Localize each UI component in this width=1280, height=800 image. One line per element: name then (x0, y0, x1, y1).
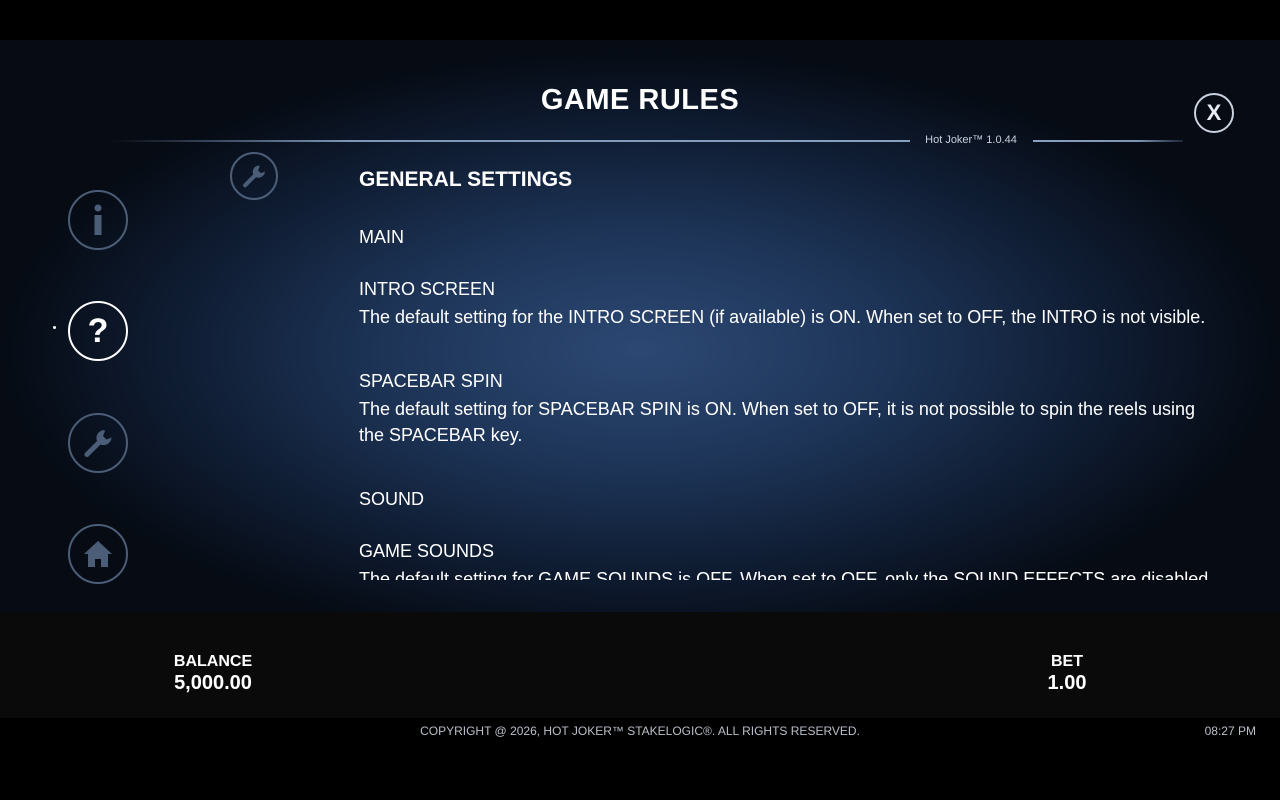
wrench-icon (82, 427, 114, 459)
bet-label: BET (1051, 653, 1083, 670)
balance-label: BALANCE (173, 653, 253, 670)
copyright-text: COPYRIGHT @ 2026, HOT JOKER™ STAKELOGIC®… (420, 724, 860, 738)
balance-display: BALANCE 5,000.00 (113, 652, 313, 694)
section-wrench-icon (230, 152, 278, 200)
question-icon: ? (87, 312, 109, 350)
balance-value: 5,000.00 (174, 672, 252, 694)
title-divider-right (1033, 140, 1183, 142)
rules-panel: GAME RULES X Hot Joker™ 1.0.44 ? GENERAL… (0, 40, 1280, 612)
nav-indicator-dot (53, 326, 56, 329)
section-title: GENERAL SETTINGS (359, 168, 573, 191)
close-icon: X (1206, 100, 1222, 125)
rules-content[interactable]: GENERAL SETTINGS MAIN INTRO SCREEN The d… (359, 160, 1219, 580)
version-label: Hot Joker™ 1.0.44 (925, 134, 1017, 146)
status-bar: BALANCE 5,000.00 BET 1.00 (0, 612, 1280, 718)
clock-time: 08:27 PM (1204, 724, 1256, 738)
nav-home-button[interactable] (68, 524, 128, 584)
spacebar-spin-heading: SPACEBAR SPIN (359, 371, 503, 391)
game-rules-screen: GAME RULES X Hot Joker™ 1.0.44 ? GENERAL… (0, 0, 1280, 800)
nav-info-button[interactable] (68, 190, 128, 250)
spacebar-spin-text: The default setting for SPACEBAR SPIN is… (359, 399, 1196, 445)
main-heading: MAIN (359, 227, 404, 247)
nav-help-button[interactable]: ? (68, 301, 128, 361)
home-icon (82, 539, 114, 569)
sound-heading: SOUND (359, 489, 425, 509)
page-title: GAME RULES (540, 84, 740, 116)
info-icon (91, 204, 105, 236)
close-button[interactable]: X (1194, 93, 1234, 133)
intro-screen-text: The default setting for the INTRO SCREEN… (359, 307, 1206, 327)
title-divider-left (110, 140, 910, 142)
bet-value: 1.00 (1047, 672, 1087, 694)
game-sounds-text: The default setting for GAME SOUNDS is O… (359, 569, 1214, 580)
game-sounds-heading: GAME SOUNDS (359, 541, 495, 561)
bet-display: BET 1.00 (967, 652, 1167, 694)
intro-screen-heading: INTRO SCREEN (359, 279, 496, 299)
nav-settings-button[interactable] (68, 413, 128, 473)
